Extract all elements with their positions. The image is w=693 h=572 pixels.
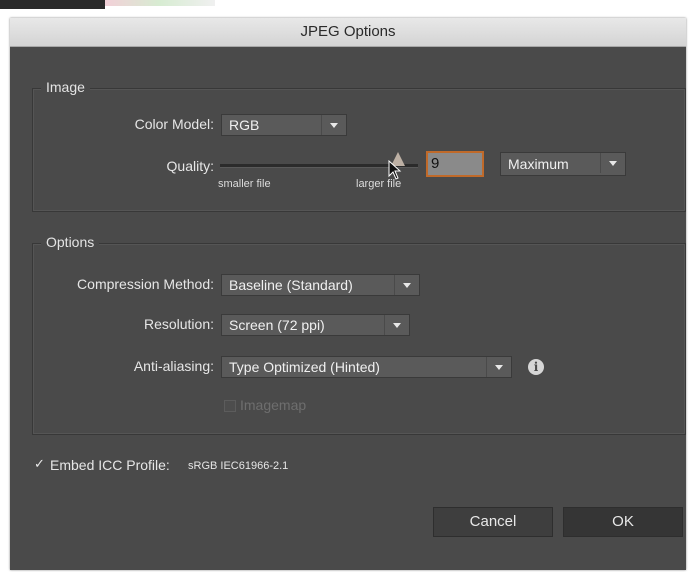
chevron-down-icon	[384, 315, 409, 335]
chevron-down-icon	[321, 115, 346, 135]
image-group-legend: Image	[41, 79, 90, 95]
compression-method-label: Compression Method:	[77, 276, 214, 292]
imagemap-label: Imagemap	[240, 397, 307, 413]
resolution-label: Resolution:	[143, 316, 214, 332]
resolution-value: Screen (72 ppi)	[229, 317, 325, 333]
imagemap-checkbox	[224, 400, 236, 412]
embed-icc-checkbox[interactable]: ✓	[34, 456, 45, 472]
background-strip	[0, 0, 693, 18]
anti-aliasing-value: Type Optimized (Hinted)	[229, 359, 380, 375]
quality-label: Quality:	[166, 158, 214, 174]
options-group-legend: Options	[41, 234, 100, 250]
chevron-down-icon	[394, 275, 419, 295]
compression-method-value: Baseline (Standard)	[229, 277, 353, 293]
chevron-down-icon	[486, 357, 511, 377]
resolution-dropdown[interactable]: Screen (72 ppi)	[221, 314, 410, 336]
quality-preset-value: Maximum	[508, 156, 569, 172]
info-icon[interactable]: i	[528, 359, 544, 375]
cancel-button[interactable]: Cancel	[433, 507, 553, 537]
options-group: Options	[32, 234, 686, 435]
slider-min-label: smaller file	[218, 178, 271, 190]
mouse-cursor-icon	[388, 160, 402, 180]
color-model-label: Color Model:	[134, 116, 214, 132]
quality-input[interactable]: 9	[426, 151, 484, 177]
background-dark-bar	[0, 0, 105, 9]
ok-button[interactable]: OK	[563, 507, 683, 537]
quality-preset-dropdown[interactable]: Maximum	[500, 152, 626, 176]
chevron-down-icon	[600, 153, 625, 173]
image-group: Image	[32, 79, 686, 212]
slider-max-label: larger file	[356, 178, 402, 190]
anti-aliasing-label: Anti-aliasing:	[133, 358, 214, 374]
dialog-title: JPEG Options	[10, 18, 686, 47]
color-model-dropdown[interactable]: RGB	[221, 114, 347, 136]
background-tint	[105, 0, 215, 6]
embed-icc-label: Embed ICC Profile:	[50, 457, 170, 473]
embed-icc-profile-value: sRGB IEC61966-2.1	[188, 460, 289, 472]
anti-aliasing-dropdown[interactable]: Type Optimized (Hinted)	[221, 356, 512, 378]
jpeg-options-dialog: JPEG Options Image Color Model: RGB Qual…	[10, 18, 686, 570]
color-model-value: RGB	[229, 117, 260, 133]
compression-method-dropdown[interactable]: Baseline (Standard)	[221, 274, 420, 296]
